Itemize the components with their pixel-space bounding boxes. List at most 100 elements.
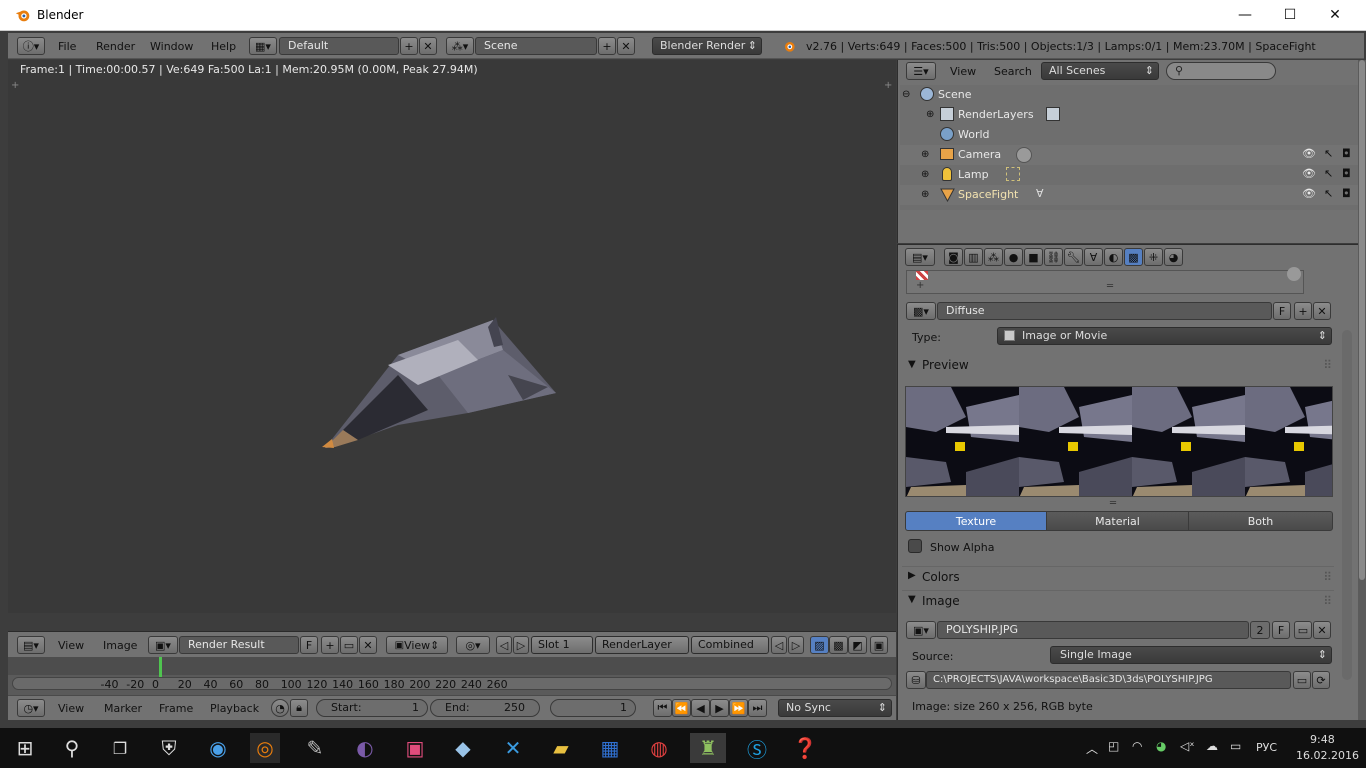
show-alpha-checkbox[interactable] xyxy=(908,539,922,553)
render-tab-icon[interactable]: ◙ xyxy=(944,248,963,266)
render-layer-select[interactable]: RenderLayer xyxy=(595,636,689,654)
expand-icon[interactable]: ⊕ xyxy=(921,169,929,180)
slot-select[interactable]: Slot 1 xyxy=(531,636,593,654)
selectability-cursor-icon[interactable]: ↖ xyxy=(1324,147,1333,160)
slot-next-icon[interactable]: ▷ xyxy=(513,636,529,654)
lock-range-icon[interactable]: 🔒︎ xyxy=(290,699,308,717)
texture-type-select[interactable]: Image or Movie ⇕ xyxy=(997,327,1332,345)
gimp-icon[interactable]: ✎ xyxy=(300,733,330,763)
timeline-menu-playback[interactable]: Playback xyxy=(210,702,259,715)
android-tool-icon[interactable]: ♜ xyxy=(690,733,726,763)
pack-image-icon[interactable]: ⛁ xyxy=(906,671,926,689)
texture-unlink-icon[interactable]: ✕ xyxy=(1313,302,1331,320)
slot-prev-icon[interactable]: ◁ xyxy=(496,636,512,654)
layout-add-icon[interactable]: + xyxy=(400,37,418,55)
properties-scrollbar[interactable] xyxy=(1342,330,1352,680)
layout-delete-icon[interactable]: ✕ xyxy=(419,37,437,55)
editor-type-image-button[interactable]: ▤▾ xyxy=(17,636,45,654)
drag-grip-icon[interactable]: ⠿ xyxy=(1323,570,1332,584)
render-layers-tab-icon[interactable]: ▥ xyxy=(964,248,983,266)
editor-type-info-button[interactable]: ⓘ▾ xyxy=(17,37,45,55)
physics-tab-icon[interactable]: ◕ xyxy=(1164,248,1183,266)
texture-new-icon[interactable]: + xyxy=(1294,302,1312,320)
outliner-row-camera[interactable]: ⊕ Camera 👁︎ ↖ ◘ xyxy=(900,145,1358,165)
texture-fake-user-button[interactable]: F xyxy=(1273,302,1291,320)
scene-add-icon[interactable]: + xyxy=(598,37,616,55)
pass-prev-icon[interactable]: ◁ xyxy=(771,636,787,654)
image-users-count[interactable]: 2 xyxy=(1250,621,1270,639)
skype-icon[interactable]: Ⓢ xyxy=(742,733,772,763)
outliner-search-input[interactable]: ⚲ xyxy=(1166,62,1276,80)
timeline-track[interactable] xyxy=(8,657,896,675)
timeline-menu-frame[interactable]: Frame xyxy=(159,702,193,715)
expand-icon[interactable]: ⊕ xyxy=(921,189,929,200)
menu-window[interactable]: Window xyxy=(150,40,193,53)
jump-keyframe-back-icon[interactable]: ⏪ xyxy=(672,699,691,717)
image-unlink-icon[interactable]: ✕ xyxy=(359,636,377,654)
image-name-field[interactable]: Render Result xyxy=(179,636,299,654)
preview-tab-both[interactable]: Both xyxy=(1188,511,1333,531)
mesh-data-tab-icon[interactable]: ∀ xyxy=(1084,248,1103,266)
end-frame-field[interactable]: End: 250 xyxy=(430,699,540,717)
visibility-eye-icon[interactable]: 👁︎ xyxy=(1302,167,1316,180)
draw-alpha-icon[interactable]: ▩ xyxy=(829,636,848,654)
clock-date[interactable]: 16.02.2016 xyxy=(1296,749,1359,762)
xamarin-icon[interactable]: ✕ xyxy=(498,733,528,763)
view-mode-select[interactable]: ▣ View ⇕ xyxy=(386,636,448,654)
pivot-select[interactable]: ◎▾ xyxy=(456,636,490,654)
texture-tab-icon[interactable]: ▩ xyxy=(1124,248,1143,266)
eclipse-icon[interactable]: ◐ xyxy=(350,733,380,763)
current-frame-field[interactable]: 1 xyxy=(550,699,636,717)
preview-tab-texture[interactable]: Texture xyxy=(905,511,1047,531)
layout-browse-button[interactable]: ▦▾ xyxy=(249,37,277,55)
render-pass-select[interactable]: Combined xyxy=(691,636,769,654)
list-scroll-handle[interactable] xyxy=(1287,267,1301,281)
input-language-indicator[interactable]: РУС xyxy=(1256,741,1277,754)
3d-cube-icon[interactable]: ◆ xyxy=(448,733,478,763)
use-preview-range-icon[interactable]: ◔ xyxy=(271,699,289,717)
image-browse-button[interactable]: ▣▾ xyxy=(148,636,178,654)
visibility-eye-icon[interactable]: 👁︎ xyxy=(1302,187,1316,200)
jump-start-icon[interactable]: ⏮ xyxy=(653,699,672,717)
file-explorer-icon[interactable]: ▰ xyxy=(546,733,576,763)
notifications-icon[interactable]: ▭ xyxy=(1230,739,1241,753)
filepath-browse-folder-icon[interactable]: ▭ xyxy=(1293,671,1311,689)
texture-slot-list[interactable]: + ═ xyxy=(906,267,1304,294)
network-icon[interactable]: ◰ xyxy=(1108,739,1119,753)
scene-browse-button[interactable]: ⁂▾ xyxy=(446,37,474,55)
image-menu-view[interactable]: View xyxy=(58,639,84,652)
texture-browse-button[interactable]: ▩▾ xyxy=(906,302,936,320)
preview-tab-material[interactable]: Material xyxy=(1046,511,1189,531)
sync-mode-select[interactable]: No Sync ⇕ xyxy=(778,699,892,717)
help-doc-icon[interactable]: ❓ xyxy=(790,733,820,763)
editor-type-properties-button[interactable]: ▤▾ xyxy=(905,248,935,266)
draw-zbuffer-icon[interactable]: ◩ xyxy=(848,636,867,654)
right-scrollbar-thumb[interactable] xyxy=(1359,60,1365,580)
maximize-button[interactable]: ☐ xyxy=(1267,0,1313,30)
start-frame-field[interactable]: Start: 1 xyxy=(316,699,428,717)
jump-keyframe-forward-icon[interactable]: ⏩ xyxy=(729,699,748,717)
add-slot-icon[interactable]: + xyxy=(916,280,924,291)
pass-next-icon[interactable]: ▷ xyxy=(788,636,804,654)
editor-type-outliner-button[interactable]: ☰▾ xyxy=(906,62,936,80)
renderability-camera-icon[interactable]: ◘ xyxy=(1342,187,1351,200)
chrome-icon[interactable]: ◍ xyxy=(644,733,674,763)
expand-icon[interactable]: ⊕ xyxy=(921,149,929,160)
image-new-icon[interactable]: + xyxy=(321,636,339,654)
image-unlink-icon[interactable]: ✕ xyxy=(1313,621,1331,639)
clock-time[interactable]: 9:48 xyxy=(1310,733,1335,746)
scene-delete-icon[interactable]: ✕ xyxy=(617,37,635,55)
outliner-menu-search[interactable]: Search xyxy=(994,65,1032,78)
image-menu-image[interactable]: Image xyxy=(103,639,137,652)
show-hidden-icons-chevron-icon[interactable]: ︿ xyxy=(1086,740,1098,757)
timeline-menu-marker[interactable]: Marker xyxy=(104,702,142,715)
play-icon[interactable]: ▶ xyxy=(710,699,729,717)
cloud-icon[interactable]: ☁ xyxy=(1206,739,1218,753)
outliner-row-renderlayers[interactable]: ⊕ RenderLayers xyxy=(900,105,1358,125)
modifiers-tab-icon[interactable]: 🔧︎ xyxy=(1064,248,1083,266)
play-reverse-icon[interactable]: ◀ xyxy=(691,699,710,717)
image-datablock-browse-button[interactable]: ▣▾ xyxy=(906,621,936,639)
expand-icon[interactable]: ⊕ xyxy=(926,109,934,120)
close-button[interactable]: ✕ xyxy=(1312,0,1358,30)
world-tab-icon[interactable]: ● xyxy=(1004,248,1023,266)
